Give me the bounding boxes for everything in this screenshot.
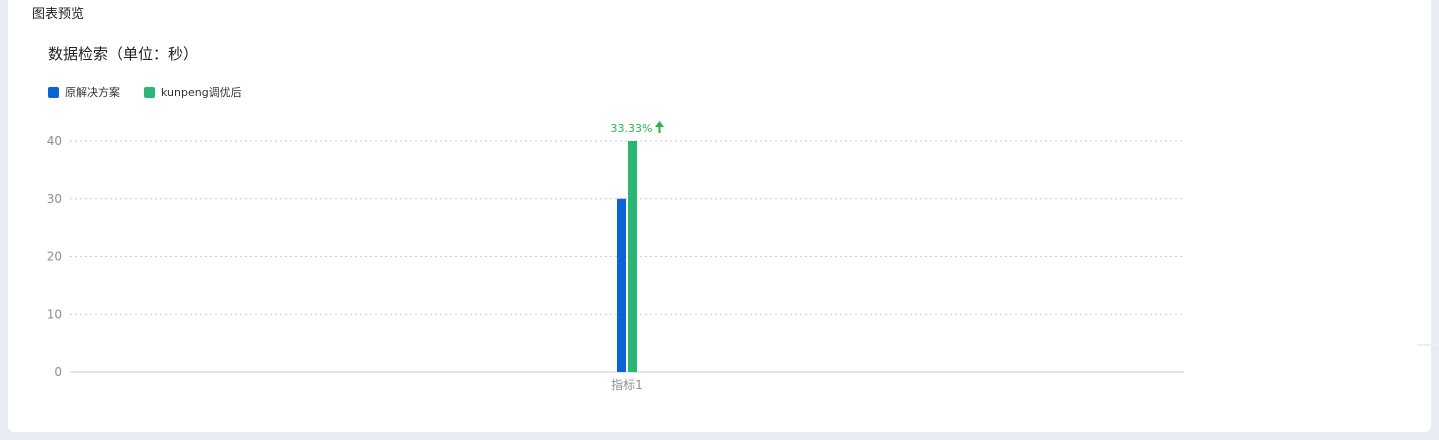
x-tick-label: 指标1 [611,377,643,392]
bar-original [617,198,626,372]
y-tick-label: 40 [47,134,62,148]
y-tick-label: 20 [47,250,62,264]
side-collapse-handle[interactable] [1417,344,1439,346]
y-tick-label: 0 [54,365,62,379]
y-tick-label: 30 [47,192,62,206]
growth-percent-label: 33.33% [611,122,653,135]
y-tick-label: 10 [47,307,62,321]
bar-kunpeng [628,141,637,372]
bar-chart: 0 10 20 30 40 指标1 33.33% [47,121,1184,392]
arrow-up-icon [655,121,664,133]
